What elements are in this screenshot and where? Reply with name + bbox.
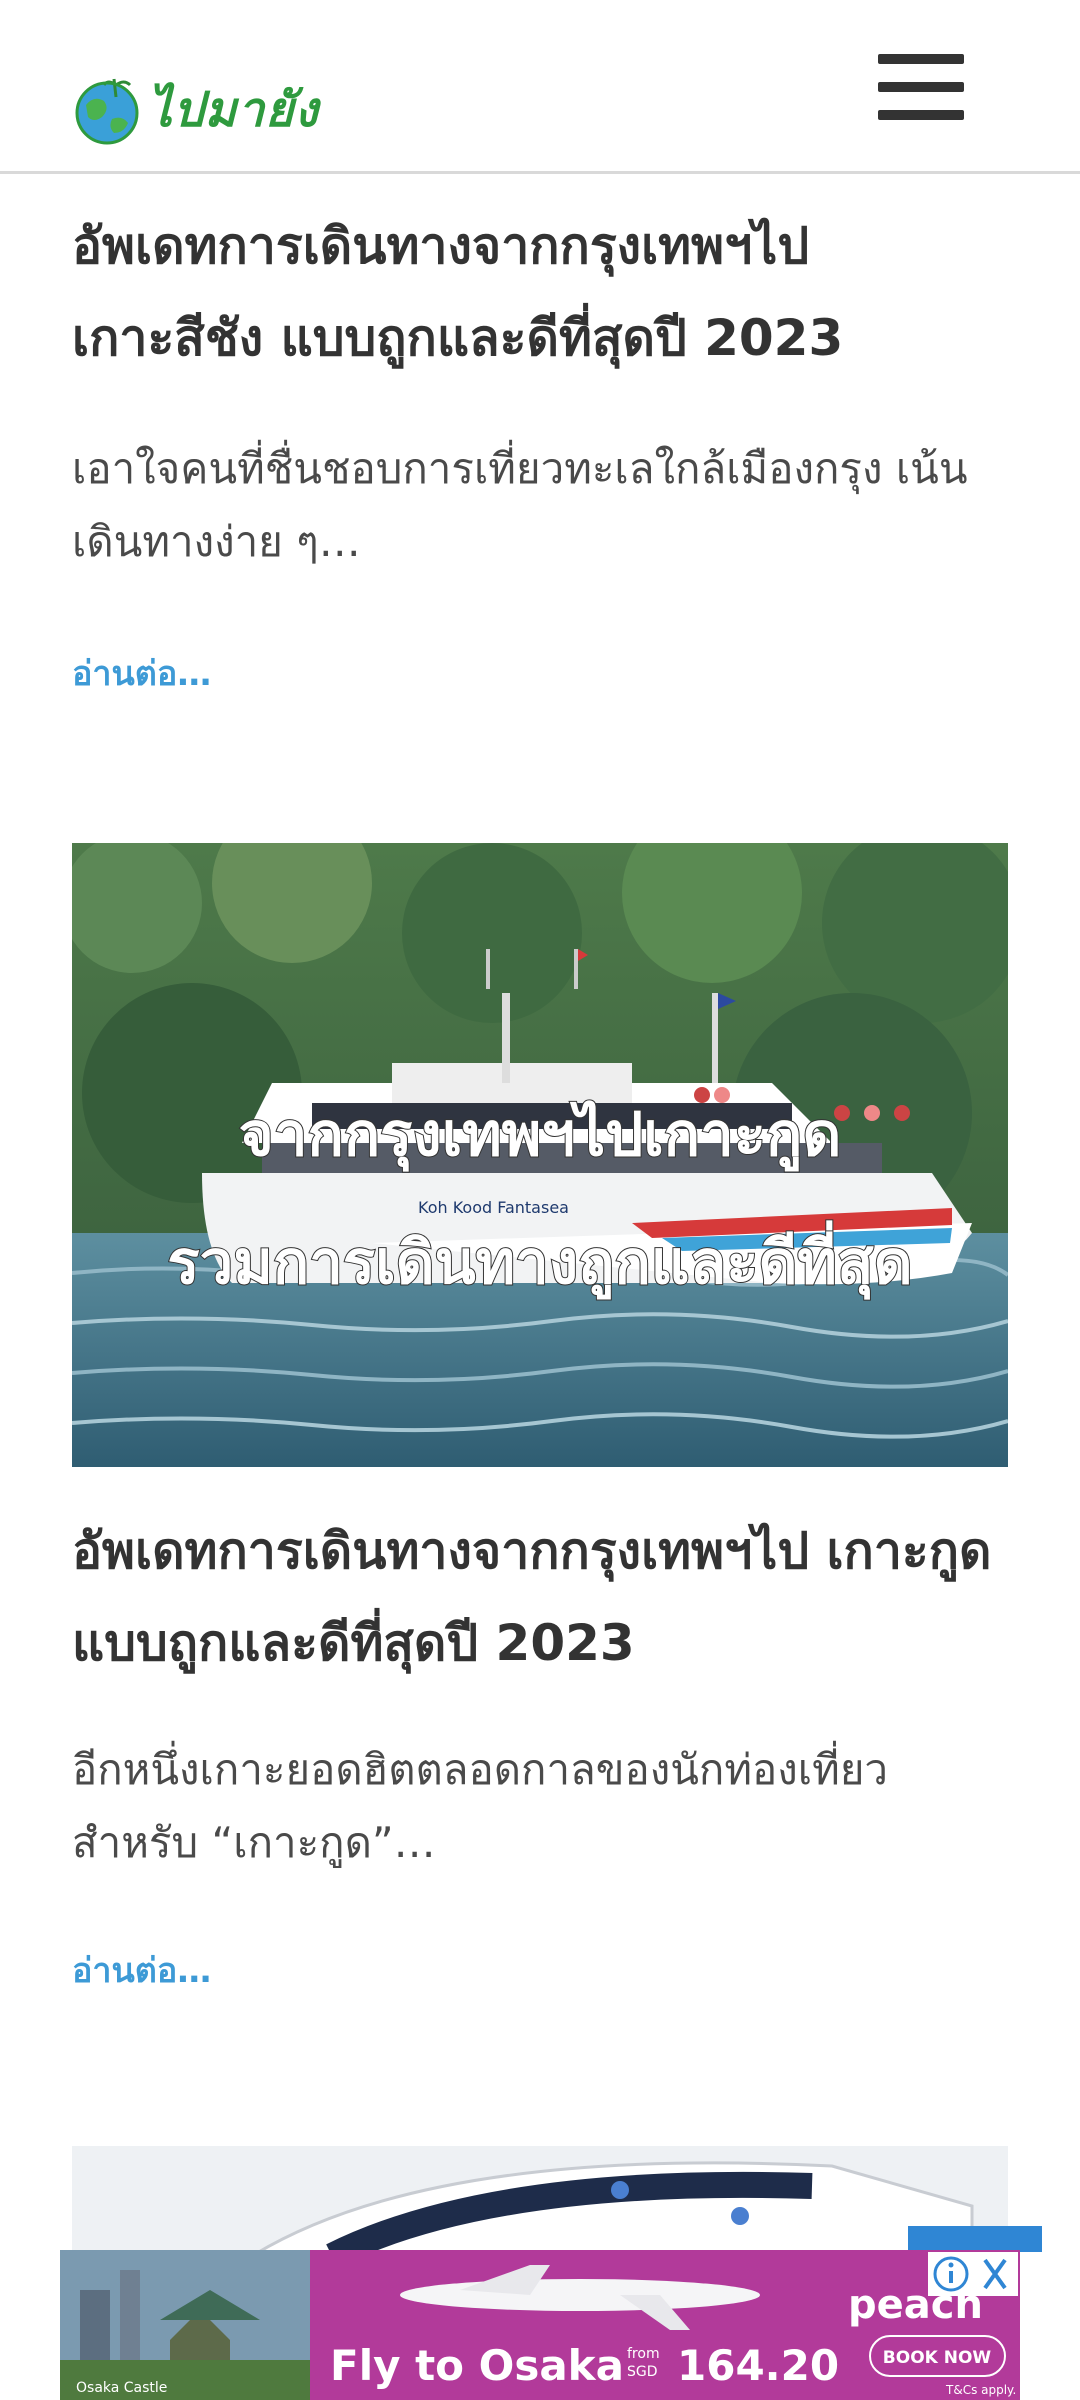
article-card: อัพเดทการเดินทางจากกรุงเทพฯไป เกาะกูด แบ… xyxy=(72,1505,1008,1997)
site-header: ไปมายัง xyxy=(0,0,1080,174)
ad-location-label: Osaka Castle xyxy=(76,2380,167,2396)
ad-terms: T&Cs apply. xyxy=(945,2383,1016,2397)
ad-price: 164.20 xyxy=(677,2341,839,2390)
ad-banner[interactable]: Osaka Castle Fly to Osaka from SGD 164.2… xyxy=(60,2250,1020,2400)
site-logo[interactable]: ไปมายัง xyxy=(72,70,319,150)
article-excerpt: อีกหนึ่งเกาะยอดฮิตตลอดกาลของนักท่องเที่ย… xyxy=(72,1745,889,1867)
globe-icon xyxy=(75,78,139,145)
article-thumbnail[interactable] xyxy=(72,2146,1008,2256)
article-card: อัพเดทการเดินทางจากกรุงเทพฯไป เกาะสีชัง … xyxy=(72,200,1008,700)
thumbnail-caption-line2: รวมการเดินทางถูกและดีที่สุด xyxy=(167,1220,912,1300)
read-more-link[interactable]: อ่านต่อ… xyxy=(72,1943,211,1997)
boat-label: Koh Kood Fantasea xyxy=(418,1198,569,1217)
article-excerpt: เอาใจคนที่ชื่นชอบการเที่ยวทะเลใกล้เมืองก… xyxy=(72,444,968,566)
ad-price-from: from xyxy=(627,2346,660,2362)
airplane-photo xyxy=(72,2146,1008,2256)
ad-background: Osaka Castle Fly to Osaka from SGD 164.2… xyxy=(60,2250,1020,2400)
thumbnail-caption-line1: จากกรุงเทพฯไปเกาะกูด xyxy=(239,1099,842,1172)
hamburger-menu-button[interactable] xyxy=(878,52,964,122)
logo-text: ไปมายัง xyxy=(148,82,319,138)
hamburger-menu-icon xyxy=(878,54,964,64)
article-title[interactable]: อัพเดทการเดินทางจากกรุงเทพฯไป เกาะกูด แบ… xyxy=(72,1505,1008,1689)
scroll-to-top-button[interactable] xyxy=(908,2226,1042,2252)
boat-photo: Koh Kood Fantasea จากกรุงเทพฯไปเกาะกูด ร… xyxy=(72,843,1008,1467)
ad-cta-button[interactable]: BOOK NOW xyxy=(883,2348,992,2368)
article-thumbnail[interactable]: Koh Kood Fantasea จากกรุงเทพฯไปเกาะกูด ร… xyxy=(72,843,1008,1467)
ad-headline: Fly to Osaka xyxy=(330,2341,624,2390)
read-more-link[interactable]: อ่านต่อ… xyxy=(72,646,211,700)
article-title[interactable]: อัพเดทการเดินทางจากกรุงเทพฯไป เกาะสีชัง … xyxy=(72,200,1008,384)
ad-price-currency: SGD xyxy=(627,2364,658,2380)
